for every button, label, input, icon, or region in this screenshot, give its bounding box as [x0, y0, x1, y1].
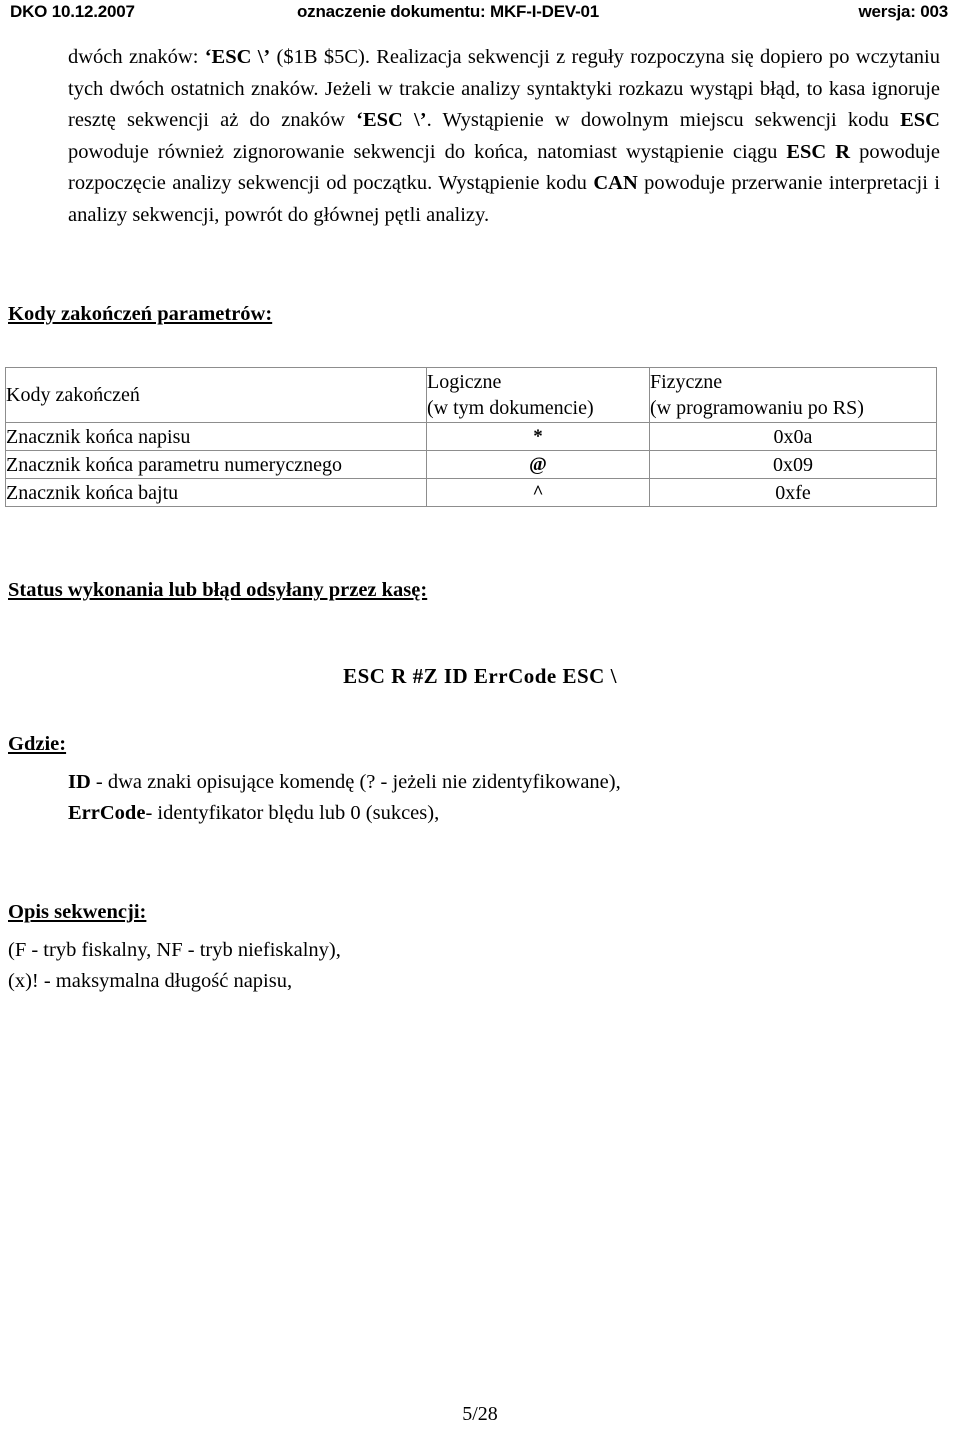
para-text-1: dwóch znaków: [68, 46, 205, 68]
section-heading-gdzie: Gdzie: [8, 733, 67, 755]
page-number: 5/28 [462, 1403, 498, 1425]
header-left-text: DKO 10.12.2007 [10, 2, 135, 21]
header-right-text: wersja: 003 [858, 2, 949, 21]
row-logical-symbol: * [426, 422, 650, 451]
table-row: Znacznik końca parametru numerycznego @ … [5, 450, 937, 479]
codes-table-wrapper: Kody zakończeń Logiczne (w tym dokumenci… [0, 367, 960, 507]
row-physical-value: 0xfe [649, 478, 937, 507]
table-header-cell-logical: Logiczne (w tym dokumencie) [426, 367, 650, 423]
table-header-cell-codes: Kody zakończeń [5, 367, 427, 423]
row-label: Znacznik końca bajtu [5, 478, 427, 507]
definition-term: ID [68, 771, 91, 793]
document-body: dwóch znaków: ‘ESC \’ ($1B $5C). Realiza… [0, 42, 960, 997]
row-logical-symbol: ^ [426, 478, 650, 507]
opis-line-maxlength: (x)! - maksymalna długość napisu, [8, 970, 293, 992]
para-bold-4: ESC R [786, 140, 851, 163]
para-text-4: powoduje również zignorowanie sekwencji … [68, 140, 787, 163]
para-text-3: . Wystąpienie w dowolnym miejscu sekwenc… [426, 109, 901, 131]
para-bold-5: CAN [593, 172, 638, 194]
table-row: Znacznik końca napisu * 0x0a [5, 422, 937, 451]
table-header-cell-physical: Fizyczne (w programowaniu po RS) [649, 367, 937, 423]
definition-item-errcode: ErrCode- identyfikator blędu lub 0 (sukc… [0, 798, 960, 829]
definition-description: - identyfikator blędu lub 0 (sukces), [145, 802, 440, 824]
document-header: DKO 10.12.2007 oznaczenie dokumentu: MKF… [0, 0, 960, 26]
table-row: Znacznik końca bajtu ^ 0xfe [5, 478, 937, 507]
table-header-physical-line2: (w programowaniu po RS) [650, 397, 864, 419]
row-label: Znacznik końca napisu [5, 422, 427, 451]
table-header-row: Kody zakończeń Logiczne (w tym dokumenci… [5, 367, 937, 423]
status-sequence-code: ESC R #Z ID ErrCode ESC \ [343, 664, 617, 688]
definition-description: - dwa znaki opisujące komendę (? - jeżel… [90, 771, 621, 793]
row-logical-symbol: @ [426, 450, 650, 479]
section-heading-status: Status wykonania lub błąd odsyłany przez… [8, 579, 428, 601]
row-label: Znacznik końca parametru numerycznego [5, 450, 427, 479]
row-physical-value: 0x0a [649, 422, 937, 451]
definition-term: ErrCode [68, 802, 146, 824]
opis-line-modes: (F - tryb fiskalny, NF - tryb niefiskaln… [8, 939, 341, 961]
para-bold-2: ‘ESC \’ [356, 109, 427, 131]
definition-item-id: ID - dwa znaki opisujące komendę (? - je… [0, 767, 960, 798]
header-center-text: oznaczenie dokumentu: MKF-I-DEV-01 [297, 2, 600, 21]
row-physical-value: 0x09 [649, 450, 937, 479]
codes-table: Kody zakończeń Logiczne (w tym dokumenci… [5, 367, 937, 507]
para-bold-3: ESC [900, 109, 940, 131]
table-header-logical-line1: Logiczne [427, 371, 502, 393]
section-heading-opis: Opis sekwencji: [8, 901, 147, 923]
intro-paragraph: dwóch znaków: ‘ESC \’ ($1B $5C). Realiza… [0, 42, 960, 231]
page-footer: 5/28 [0, 1403, 960, 1426]
para-bold-1: ‘ESC \’ [204, 46, 271, 68]
table-header-physical-line1: Fizyczne [650, 371, 723, 393]
section-heading-codes: Kody zakończeń parametrów: [8, 303, 273, 325]
table-header-logical-line2: (w tym dokumencie) [427, 397, 594, 419]
